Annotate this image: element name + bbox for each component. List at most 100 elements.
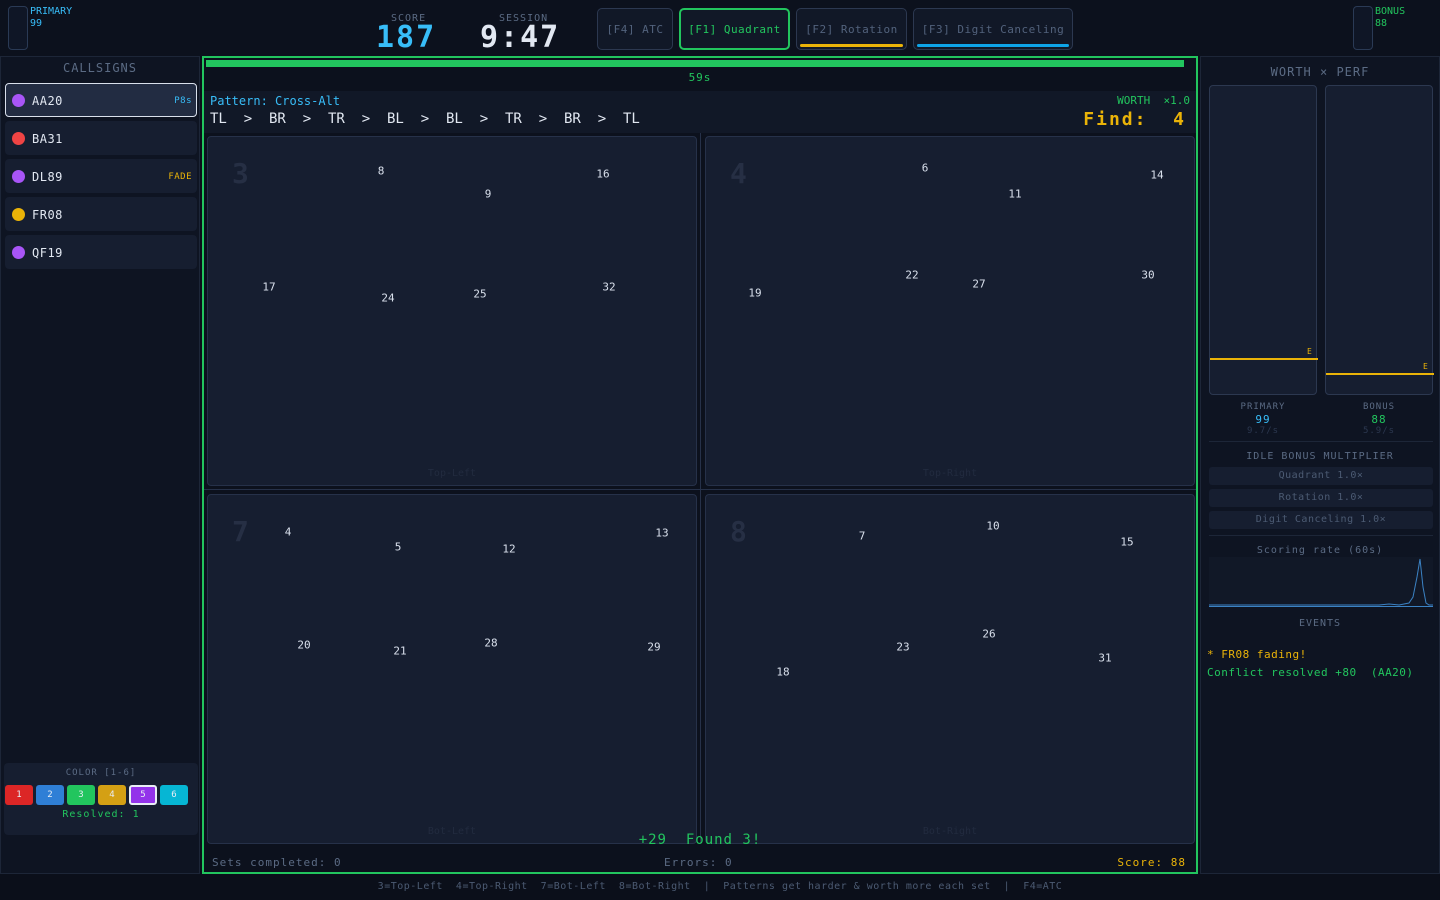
worth-perf-panel: WORTH × PERF E E PRIMARY 99 9.7/s BONUS … — [1200, 56, 1440, 874]
multiplier-digit-canceling: Digit Canceling 1.0× — [1209, 511, 1433, 529]
callsign-color-dot — [12, 246, 25, 259]
worth-perf-title: WORTH × PERF — [1270, 65, 1370, 79]
callsign-qf19[interactable]: QF19 — [5, 235, 197, 269]
multiplier-rotation: Rotation 1.0× — [1209, 489, 1433, 507]
tab-quadrant[interactable]: [F1] Quadrant — [679, 8, 790, 50]
callsign-color-dot — [12, 208, 25, 221]
quadrant-score: Score: 88 — [1117, 856, 1186, 869]
tab-rotation[interactable]: [F2] Rotation — [796, 8, 907, 50]
quadrant-number[interactable]: 13 — [655, 527, 668, 540]
tab-quadrant-label: [F1] Quadrant — [688, 22, 781, 36]
quadrant-number[interactable]: 28 — [484, 637, 497, 650]
quadrant-number[interactable]: 8 — [378, 165, 385, 178]
color-swatch-5[interactable]: 5 — [129, 785, 157, 805]
quadrant-top-left[interactable]: 3 8 16 9 17 24 25 32 Top-Left — [207, 136, 697, 486]
primary-value: 99 — [30, 18, 43, 29]
callsign-name: DL89 — [32, 170, 63, 184]
quadrant-number[interactable]: 6 — [922, 162, 929, 175]
score-value: 187 — [376, 20, 437, 55]
callsign-dl89[interactable]: DL89 FADE — [5, 159, 197, 193]
primary-label: PRIMARY — [30, 6, 73, 17]
pattern-label: Pattern: Cross-Alt — [210, 94, 341, 108]
feedback-message: +29 Found 3! — [638, 832, 762, 848]
callsign-name: AA20 — [32, 94, 63, 108]
quadrant-number[interactable]: 19 — [748, 287, 761, 300]
quadrant-number[interactable]: 18 — [776, 666, 789, 679]
bonus-value: 88 — [1375, 18, 1388, 29]
color-swatch-1[interactable]: 1 — [5, 785, 33, 805]
color-picker-title: COLOR [1-6] — [65, 768, 137, 778]
quadrant-number[interactable]: 10 — [986, 520, 999, 533]
tab-digit-canceling-indicator — [917, 44, 1069, 47]
quadrant-number[interactable]: 17 — [262, 281, 275, 294]
timer-text: 59s — [688, 71, 712, 84]
color-swatch-2[interactable]: 2 — [36, 785, 64, 805]
quadrant-number[interactable]: 16 — [596, 168, 609, 181]
quadrant-number[interactable]: 5 — [395, 541, 402, 554]
quadrant-number[interactable]: 11 — [1008, 188, 1021, 201]
scoring-rate-title: Scoring rate (60s) — [1256, 545, 1384, 556]
callsign-color-dot — [12, 94, 25, 107]
quadrant-number[interactable]: 15 — [1120, 536, 1133, 549]
bonus-meter: E — [1325, 85, 1434, 395]
callsign-color-dot — [12, 132, 25, 145]
tab-rotation-indicator — [800, 44, 903, 47]
divider — [1209, 535, 1433, 536]
quadrant-number[interactable]: 21 — [393, 645, 406, 658]
events-title: EVENTS — [1298, 618, 1342, 629]
quadrant-top-right[interactable]: 4 6 14 11 19 22 27 30 Top-Right — [705, 136, 1195, 486]
quadrant-number[interactable]: 7 — [859, 530, 866, 543]
quadrant-number[interactable]: 12 — [502, 543, 515, 556]
callsign-name: FR08 — [32, 208, 63, 222]
bonus-expected-marker: E — [1423, 362, 1428, 371]
scoring-rate-sparkline — [1209, 557, 1433, 607]
primary-mini-meter — [8, 6, 28, 50]
color-swatch-3[interactable]: 3 — [67, 785, 95, 805]
event-entry: * FR08 fading! — [1207, 648, 1307, 661]
session-timer: 9:47 — [480, 20, 561, 55]
worth-label: WORTH ×1.0 — [1117, 94, 1190, 107]
quadrant-number[interactable]: 14 — [1150, 169, 1163, 182]
quadrant-bottom-left[interactable]: 7 4 13 5 12 20 21 28 29 Bot-Left — [207, 494, 697, 844]
event-entry: Conflict resolved +80 (AA20) — [1207, 666, 1414, 679]
tab-digit-canceling[interactable]: [F3] Digit Canceling — [913, 8, 1073, 50]
quadrant-number[interactable]: 4 — [285, 526, 292, 539]
tab-rotation-label: [F2] Rotation — [805, 22, 898, 36]
callsign-color-dot — [12, 170, 25, 183]
primary-expected-line — [1210, 358, 1318, 360]
quadrant-number[interactable]: 31 — [1098, 652, 1111, 665]
quadrant-number[interactable]: 26 — [982, 628, 995, 641]
quadrant-number[interactable]: 30 — [1141, 269, 1154, 282]
quadrant-divider-vertical — [700, 133, 701, 843]
quadrant-number[interactable]: 27 — [972, 278, 985, 291]
quadrant-key-number: 4 — [730, 157, 747, 190]
color-swatch-4[interactable]: 4 — [98, 785, 126, 805]
quadrant-key-number: 7 — [232, 515, 249, 548]
quadrant-number[interactable]: 9 — [485, 188, 492, 201]
quadrant-number[interactable]: 23 — [896, 641, 909, 654]
callsign-aa20[interactable]: AA20 P8s — [5, 83, 197, 117]
bonus-expected-line — [1326, 373, 1434, 375]
quadrant-name: Top-Left — [427, 468, 477, 479]
color-swatch-6[interactable]: 6 — [160, 785, 188, 805]
quadrant-number[interactable]: 29 — [647, 641, 660, 654]
quadrant-number[interactable]: 20 — [297, 639, 310, 652]
callsign-name: QF19 — [32, 246, 63, 260]
quadrant-number[interactable]: 22 — [905, 269, 918, 282]
tab-atc-label: [F4] ATC — [606, 22, 664, 36]
tab-atc[interactable]: [F4] ATC — [597, 8, 673, 50]
callsign-name: BA31 — [32, 132, 63, 146]
quadrant-number[interactable]: 32 — [602, 281, 615, 294]
primary-meter-value: 99 — [1255, 413, 1271, 426]
resolved-count: Resolved: 1 — [62, 809, 140, 820]
quadrant-number[interactable]: 25 — [473, 288, 486, 301]
callsign-ba31[interactable]: BA31 — [5, 121, 197, 155]
top-bar: PRIMARY 99 SCORE 187 SESSION 9:47 [F4] A… — [0, 0, 1440, 56]
quadrant-number[interactable]: 24 — [381, 292, 394, 305]
quadrant-bottom-right[interactable]: 8 10 7 15 18 23 26 31 Bot-Right — [705, 494, 1195, 844]
multiplier-quadrant: Quadrant 1.0× — [1209, 467, 1433, 485]
callsigns-title: CALLSIGNS — [62, 61, 138, 75]
multiplier-title: IDLE BONUS MULTIPLIER — [1246, 451, 1394, 462]
callsign-fr08[interactable]: FR08 — [5, 197, 197, 231]
pattern-area: Pattern: Cross-Alt TL > BR > TR > BL > B… — [204, 91, 1196, 133]
